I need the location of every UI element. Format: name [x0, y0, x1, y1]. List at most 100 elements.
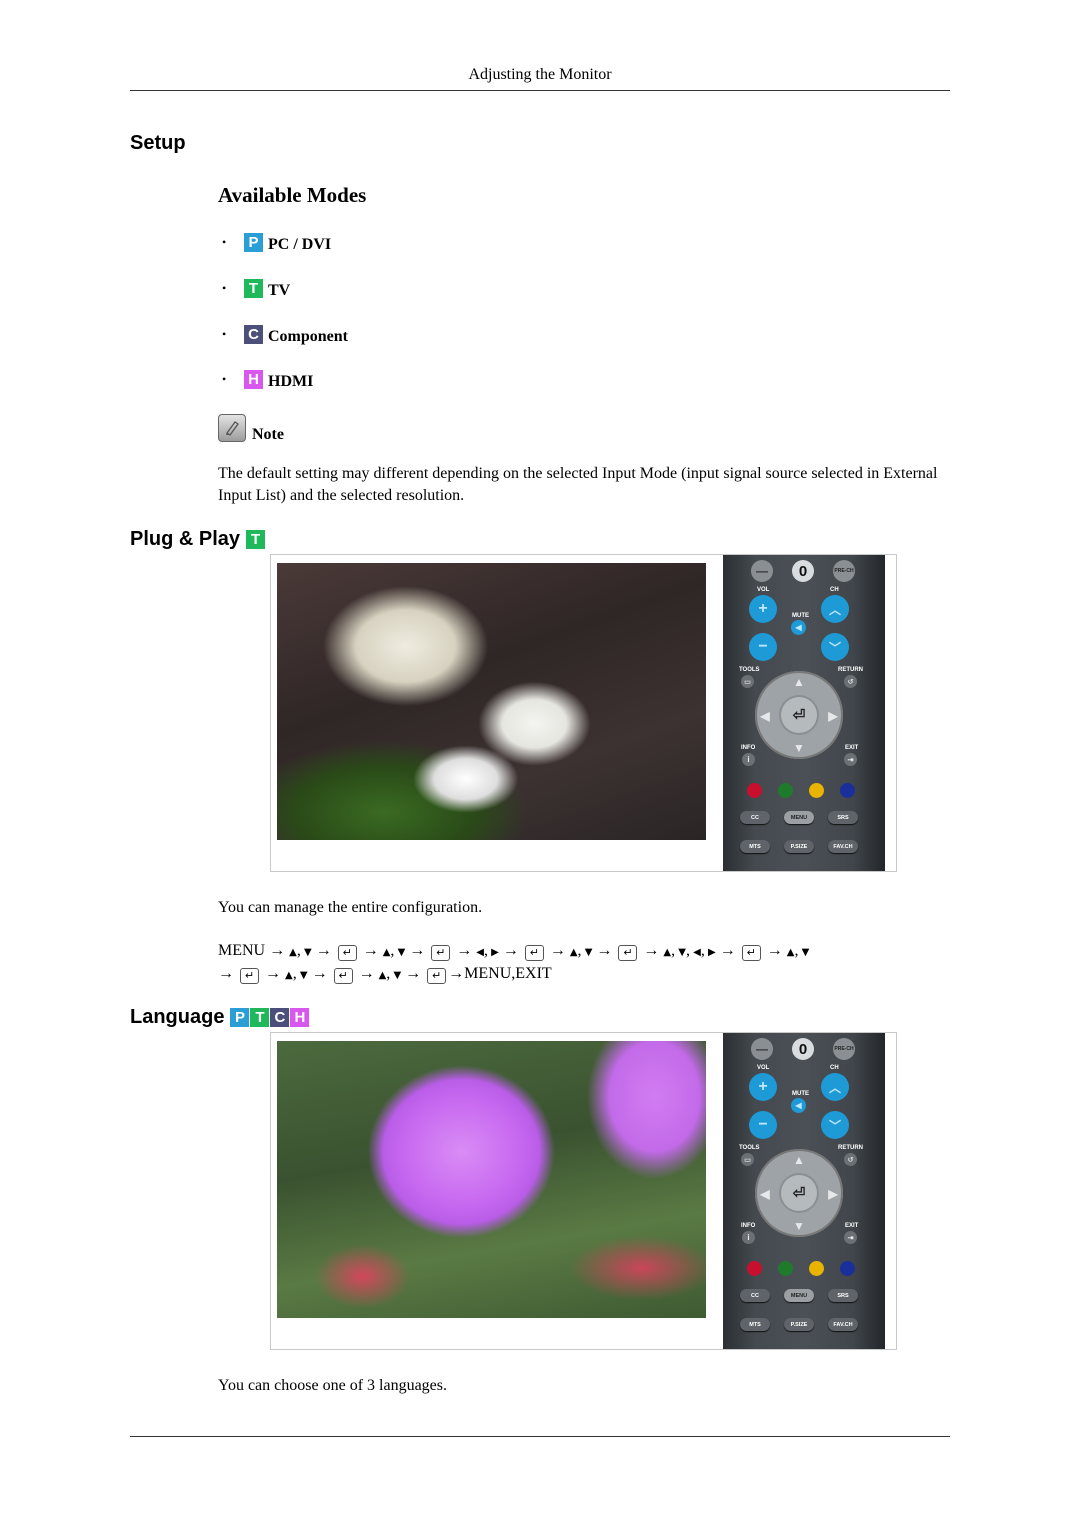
arrow-separator: → [545, 942, 570, 959]
remote-button-srs: SRS [828, 811, 858, 824]
vol-label: VOL [757, 1065, 770, 1071]
plug-and-play-mode-icons: T [246, 530, 266, 549]
tools-button: ▭ [741, 675, 754, 688]
down-arrow-icon: ▼ [394, 947, 406, 958]
volume-down-button: − [749, 633, 777, 661]
bullet: • [222, 371, 227, 386]
volume-up-button: + [749, 1073, 777, 1101]
mode-label: HDMI [268, 373, 314, 390]
enter-key-icon: ↵ [431, 944, 451, 961]
enter-key-icon: ↵ [240, 967, 259, 984]
note-text: The default setting may different depend… [218, 465, 938, 504]
language-figure: —0 PRE-CH VOL CH + ︿ MUTE ◀ − ﹀ TOOLS RETURN ▭ ↺ ▲ ▼ ◀ ▶ ⏎… [270, 1032, 897, 1350]
pc-dvi-mode-icon: P [230, 1008, 250, 1027]
up-arrow-icon: ▲ [663, 947, 672, 958]
arrow-separator: → [498, 942, 523, 959]
language-caption: You can choose one of 3 languages. [218, 1377, 447, 1394]
language-title: Language [130, 1006, 225, 1028]
color-button [809, 783, 824, 798]
mute-button: ◀ [791, 620, 806, 635]
arrow-separator: → [307, 965, 332, 982]
color-button [747, 1261, 762, 1276]
remote-button-favch: FAV.CH [828, 1318, 858, 1331]
color-button [747, 783, 762, 798]
tv-mode-icon: T [246, 530, 266, 549]
sequence-text: →MENU,EXIT [448, 965, 552, 982]
tools-label: TOOLS [739, 1145, 760, 1151]
zero-button: 0 [792, 560, 814, 582]
arrow-separator: → [592, 942, 617, 959]
language-heading: Language PTCH [130, 1006, 310, 1029]
mode-label: Component [268, 328, 349, 345]
right-arrow-icon: ▶ [704, 947, 716, 958]
bullet: • [222, 280, 227, 295]
color-button [778, 783, 793, 798]
header-rule [130, 90, 950, 91]
zero-button: 0 [792, 1038, 814, 1060]
up-arrow-icon: ▲ [793, 1153, 805, 1167]
remote-button-cc: CC [740, 1289, 770, 1302]
right-arrow-icon: ▶ [828, 1187, 838, 1201]
bullet: • [222, 234, 227, 249]
info-label: INFO [741, 1223, 756, 1229]
remote-control-image: —0 PRE-CH VOL CH + ︿ MUTE ◀ − ﹀ TOOLS RETURN ▭ ↺ ▲ ▼ ◀ ▶ ⏎… [723, 1033, 885, 1349]
arrow-separator: → [452, 942, 477, 959]
mode-label: TV [268, 282, 291, 299]
return-button: ↺ [844, 675, 857, 688]
component-mode-icon: C [270, 1008, 290, 1027]
dash-button: — [751, 560, 773, 582]
left-arrow-icon: ◀ [760, 1187, 770, 1201]
color-button [840, 783, 855, 798]
channel-up-button: ︿ [821, 1073, 849, 1101]
color-button [778, 1261, 793, 1276]
tv-mode-icon: T [244, 278, 263, 298]
volume-up-button: + [749, 595, 777, 623]
down-arrow-icon: ▼ [675, 947, 686, 958]
remote-button-psize: P.SIZE [784, 1318, 814, 1331]
return-button: ↺ [844, 1153, 857, 1166]
mode-list-item: • H HDMI [222, 367, 313, 391]
running-header: Adjusting the Monitor [468, 66, 612, 83]
down-arrow-icon: ▼ [390, 970, 402, 981]
exit-button: ⇥ [844, 1231, 857, 1244]
left-arrow-icon: ◀ [690, 947, 701, 958]
mode-list-item: • C Component [222, 322, 348, 346]
arrow-separator: → [261, 965, 285, 982]
enter-key-icon: ↵ [337, 944, 357, 961]
down-arrow-icon: ▼ [798, 947, 810, 958]
channel-up-button: ︿ [821, 595, 849, 623]
down-arrow-icon: ▼ [793, 1219, 805, 1233]
remote-button-menu: MENU [784, 811, 814, 824]
enter-source-button: ⏎ [781, 1175, 817, 1211]
color-button [809, 1261, 824, 1276]
available-modes-title: Available Modes [218, 183, 367, 207]
right-arrow-icon: ▶ [828, 709, 838, 723]
info-button: i [742, 753, 755, 766]
ch-label: CH [830, 587, 839, 593]
arrow-separator: → [354, 965, 379, 982]
arrow-separator: → [405, 942, 430, 959]
up-arrow-icon: ▲ [289, 947, 297, 958]
ch-label: CH [830, 1065, 839, 1071]
exit-label: EXIT [845, 1223, 859, 1229]
arrow-separator: → [401, 965, 426, 982]
sequence-text: MENU [218, 942, 266, 959]
tools-button: ▭ [741, 1153, 754, 1166]
channel-down-button: ﹀ [821, 633, 849, 661]
down-arrow-icon: ▼ [296, 970, 308, 981]
mode-list-item: • T TV [222, 276, 290, 300]
component-mode-icon: C [244, 324, 263, 344]
plug-and-play-title: Plug & Play [130, 528, 241, 550]
left-arrow-icon: ◀ [760, 709, 770, 723]
enter-source-button: ⏎ [781, 697, 817, 733]
up-arrow-icon: ▲ [285, 970, 293, 981]
down-arrow-icon: ▼ [300, 947, 312, 958]
exit-button: ⇥ [844, 753, 857, 766]
note-pencil-icon [218, 414, 246, 442]
plug-and-play-figure: —0 PRE-CH VOL CH + ︿ MUTE ◀ − ﹀ TOOLS RETURN ▭ ↺ ▲ ▼ ◀ ▶ ⏎… [270, 554, 897, 872]
note-label: Note [252, 426, 284, 443]
info-label: INFO [741, 745, 756, 751]
tools-label: TOOLS [739, 667, 760, 673]
color-button [840, 1261, 855, 1276]
remote-button-mts: MTS [740, 1318, 770, 1331]
